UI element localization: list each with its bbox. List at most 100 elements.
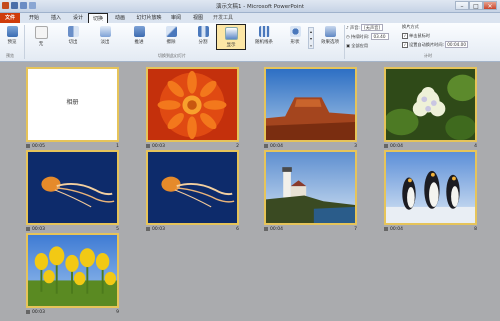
transition-icon xyxy=(384,144,388,148)
sound-label: 声音: xyxy=(350,25,360,30)
tab-developer[interactable]: 开发工具 xyxy=(210,13,236,23)
group-label-switch: 切换到此幻灯片 xyxy=(158,53,186,58)
cut-icon xyxy=(67,26,79,37)
slide-time: 00:04 xyxy=(390,144,403,149)
group-label-timing: 计时 xyxy=(424,53,432,58)
effect-shape[interactable]: 形状 xyxy=(284,24,306,50)
ribbon-tab-bar: 文件 开始 插入 设计 切换 动画 幻灯片放映 审阅 视图 开发工具 xyxy=(0,13,500,24)
effect-split[interactable]: 分割 xyxy=(192,24,214,50)
preview-button[interactable]: 预览 xyxy=(2,24,22,50)
slide-thumbnail-4[interactable] xyxy=(384,67,477,142)
save-icon[interactable] xyxy=(11,2,18,9)
redo-icon[interactable] xyxy=(29,2,36,9)
none-icon xyxy=(34,26,48,39)
effect-random-bars[interactable]: 随机线条 xyxy=(252,24,276,50)
effect-wipe[interactable]: 擦除 xyxy=(160,24,182,50)
slide-time: 00:03 xyxy=(152,227,165,232)
tab-animations[interactable]: 动画 xyxy=(110,13,130,23)
effect-options-label: 效果选项 xyxy=(321,40,339,45)
desert-image xyxy=(266,69,355,140)
jellyfish-image xyxy=(28,152,117,223)
maximize-button[interactable]: □ xyxy=(469,1,483,10)
slide-thumbnail-7[interactable] xyxy=(264,150,357,225)
effect-label: 显示 xyxy=(226,43,236,48)
duration-value: 03.40 xyxy=(370,33,389,40)
slide-thumbnail-9[interactable] xyxy=(26,233,119,308)
preview-label: 预览 xyxy=(7,40,17,45)
slide-time: 00:04 xyxy=(270,227,283,232)
group-label-preview: 预览 xyxy=(6,53,14,58)
transition-icon xyxy=(26,227,30,231)
slide-number: 3 xyxy=(354,144,357,149)
slide-thumbnail-8[interactable] xyxy=(384,150,477,225)
slide-number: 7 xyxy=(354,227,357,232)
after-time-value: 00:04.00 xyxy=(445,41,468,48)
tab-design[interactable]: 设计 xyxy=(68,13,88,23)
effect-push[interactable]: 推进 xyxy=(128,24,150,50)
slide-number: 8 xyxy=(474,227,477,232)
close-button[interactable]: ✕ xyxy=(483,1,497,10)
transition-icon xyxy=(26,310,30,314)
slide-number: 5 xyxy=(116,227,119,232)
group-divider xyxy=(24,25,25,59)
effect-reveal[interactable]: 显示 xyxy=(216,24,246,50)
shape-icon xyxy=(289,26,301,37)
tab-review[interactable]: 审阅 xyxy=(166,13,186,23)
sound-field[interactable]: ♪ 声音: [无声音] xyxy=(346,24,383,31)
apply-all-button[interactable]: ▣ 全部应用 xyxy=(346,43,368,49)
after-time-checkbox[interactable]: ✓ 设置自动换片时间: 00:04.00 xyxy=(402,41,468,48)
effect-cut[interactable]: 切出 xyxy=(62,24,84,50)
slide-time: 00:04 xyxy=(390,227,403,232)
hydrangeas-image xyxy=(386,69,475,140)
effect-label: 擦除 xyxy=(166,40,176,45)
after-time-label: 设置自动换片时间: xyxy=(409,42,444,47)
slide-meta-8: 00:04 8 xyxy=(384,227,477,234)
slide-time: 00:04 xyxy=(270,144,283,149)
slide-thumbnail-2[interactable] xyxy=(146,67,239,142)
random-bars-icon xyxy=(258,26,270,37)
tab-view[interactable]: 视图 xyxy=(188,13,208,23)
transition-icon xyxy=(264,144,268,148)
slide-thumbnail-6[interactable] xyxy=(146,150,239,225)
effect-fade[interactable]: 淡出 xyxy=(94,24,116,50)
tab-file[interactable]: 文件 xyxy=(0,13,20,23)
effect-label: 推进 xyxy=(134,40,144,45)
checkbox-checked-icon: ✓ xyxy=(402,33,408,39)
slide-number: 2 xyxy=(236,144,239,149)
slide-time: 00:03 xyxy=(32,227,45,232)
lighthouse-image xyxy=(266,152,355,223)
transition-icon xyxy=(384,227,388,231)
gallery-scroll[interactable]: ▴ ▾ ▿ xyxy=(308,27,314,49)
effect-options-icon xyxy=(324,26,336,37)
effect-label: 切出 xyxy=(68,40,78,45)
window-title: 演示文稿1 - Microsoft PowerPoint xyxy=(215,4,305,10)
title-bar: 演示文稿1 - Microsoft PowerPoint – □ ✕ xyxy=(0,0,500,13)
minimize-button[interactable]: – xyxy=(455,1,469,10)
duration-field[interactable]: ◷ 持续时间: 03.40 xyxy=(346,33,389,40)
tab-insert[interactable]: 插入 xyxy=(46,13,66,23)
push-icon xyxy=(133,26,145,37)
tab-slideshow[interactable]: 幻灯片放映 xyxy=(132,13,166,23)
effect-options-button[interactable]: 效果选项 xyxy=(318,24,342,50)
effect-label: 淡出 xyxy=(100,40,110,45)
slide-thumbnail-1[interactable]: 相册 xyxy=(26,67,119,142)
effect-label: 无 xyxy=(38,42,44,47)
slide-number: 4 xyxy=(474,144,477,149)
group-divider xyxy=(344,25,345,59)
effect-none[interactable]: 无 xyxy=(30,24,52,50)
effect-label: 随机线条 xyxy=(255,40,273,45)
fade-icon xyxy=(99,26,111,37)
transition-icon xyxy=(264,227,268,231)
transition-icon xyxy=(26,144,30,148)
slide-number: 1 xyxy=(116,144,119,149)
reveal-icon xyxy=(224,27,238,40)
checkbox-checked-icon: ✓ xyxy=(402,42,408,48)
slide-thumbnail-3[interactable] xyxy=(264,67,357,142)
slide-title-text: 相册 xyxy=(66,99,79,106)
slide-thumbnail-5[interactable] xyxy=(26,150,119,225)
jellyfish-image xyxy=(148,152,237,223)
undo-icon[interactable] xyxy=(20,2,27,9)
tab-home[interactable]: 开始 xyxy=(24,13,44,23)
on-click-checkbox[interactable]: ✓ 单击鼠标时 xyxy=(402,33,430,39)
advance-slide-title: 换片方式 xyxy=(402,24,419,29)
